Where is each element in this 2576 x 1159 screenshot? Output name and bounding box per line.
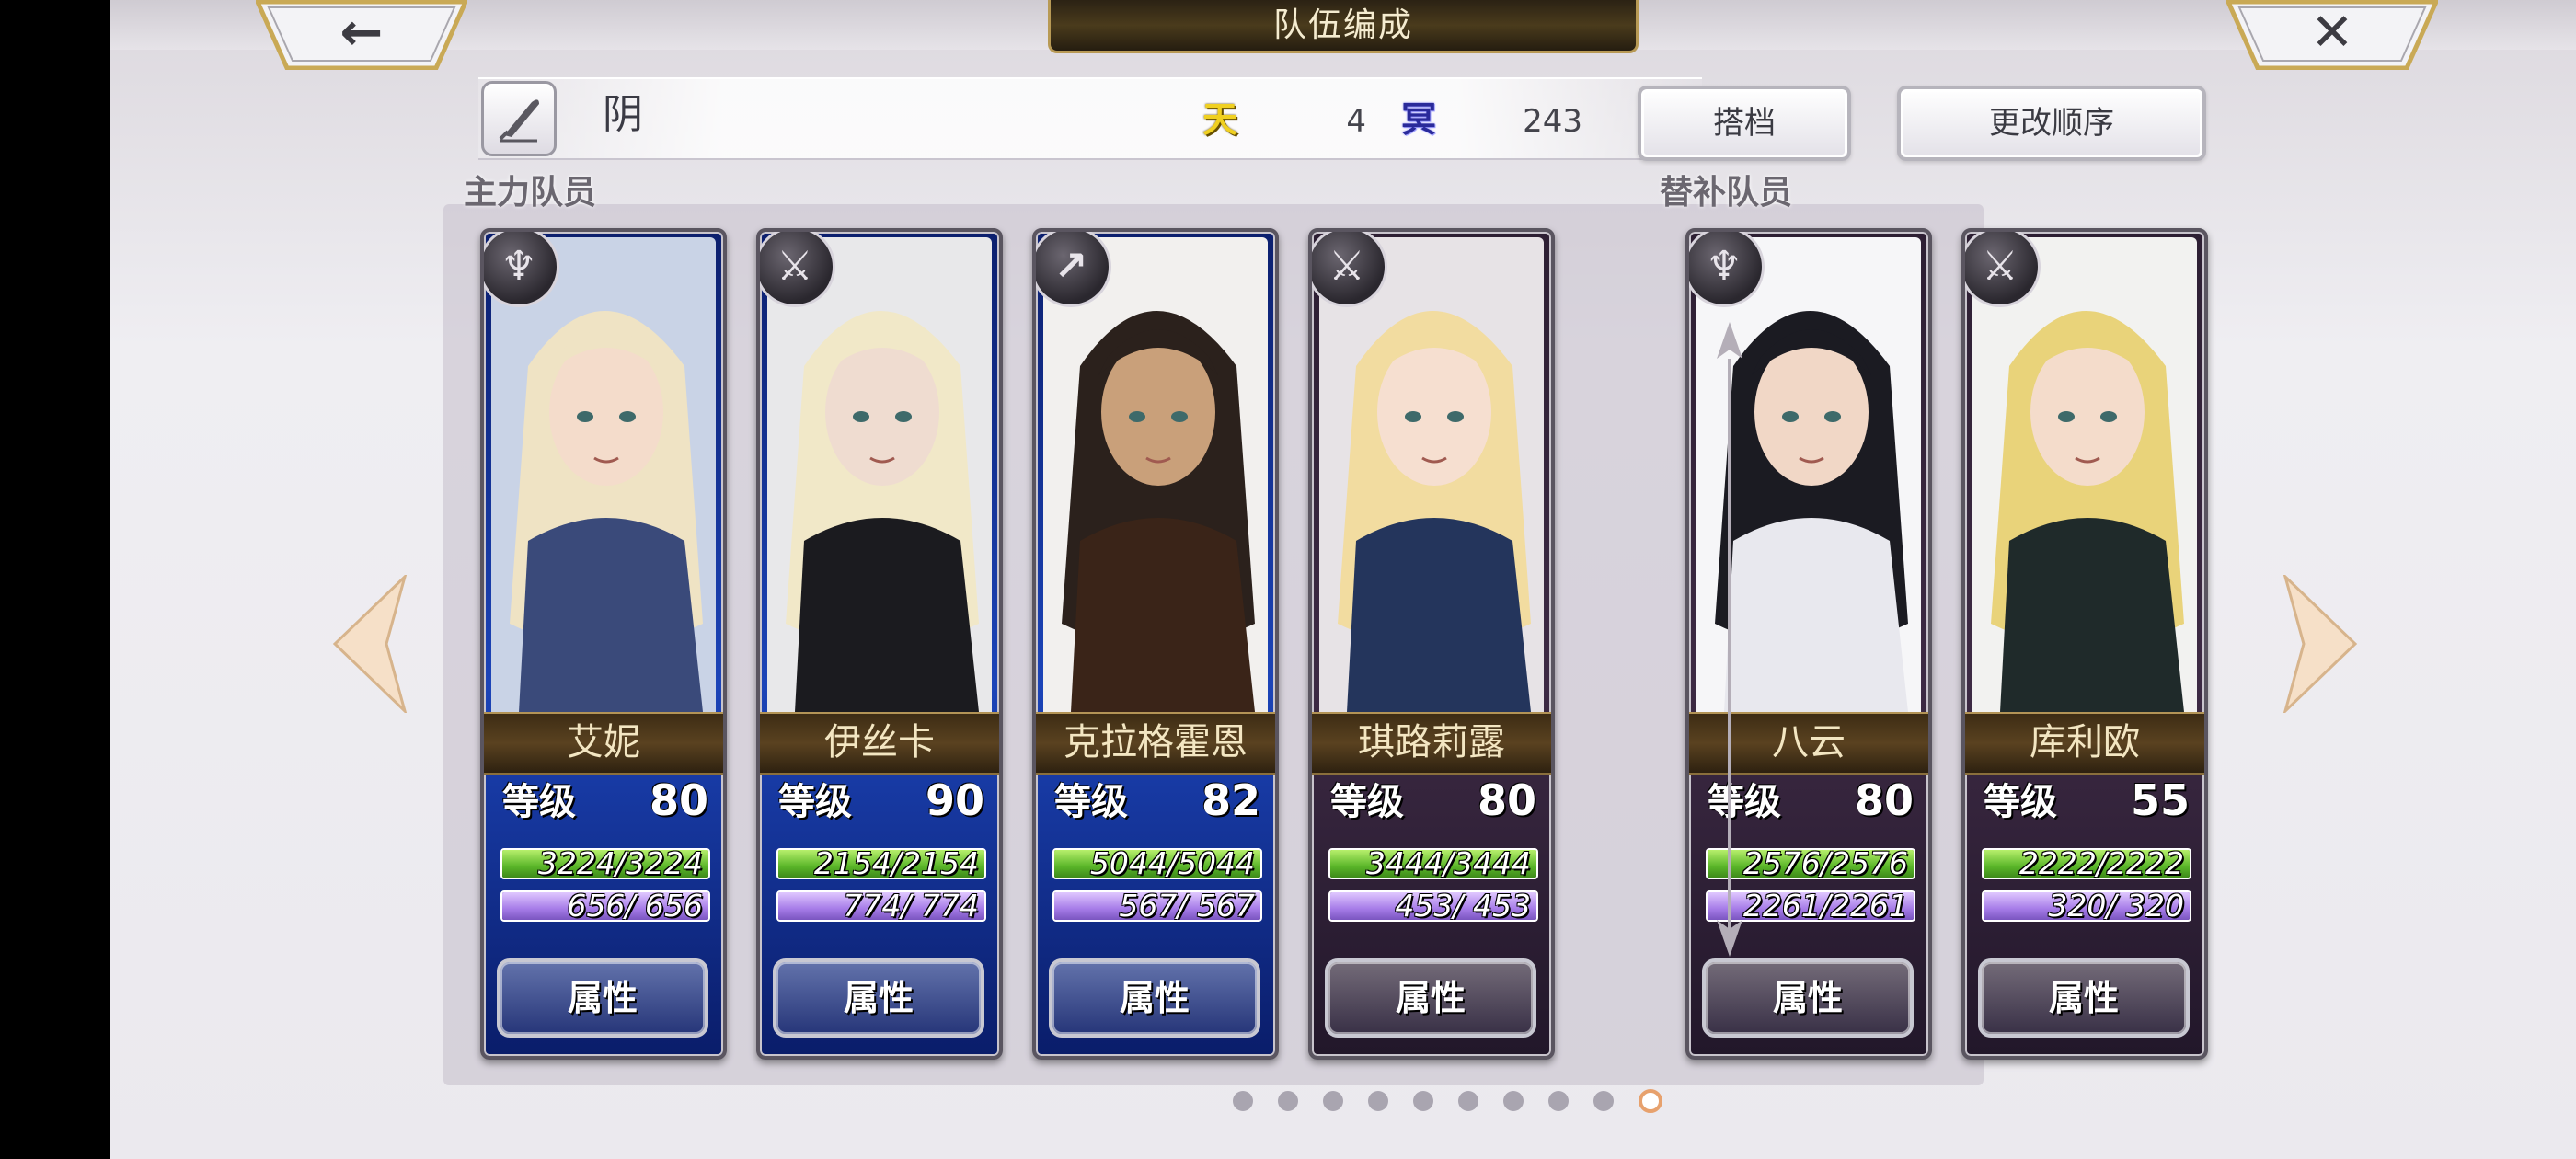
divider-bottom-ornament bbox=[1717, 920, 1742, 957]
level-label: 等级 bbox=[502, 781, 576, 823]
level-value: 82 bbox=[1201, 775, 1260, 825]
mp-value: 320/ 320 bbox=[2038, 890, 2184, 922]
attributes-button[interactable]: 属性 bbox=[1702, 958, 1914, 1038]
level-label: 等级 bbox=[1708, 781, 1781, 823]
sky-element-icon: 天 bbox=[1202, 99, 1237, 140]
attributes-button[interactable]: 属性 bbox=[1325, 958, 1536, 1038]
staff-icon: ♆ bbox=[1689, 232, 1765, 307]
close-button[interactable]: ✕ bbox=[2226, 0, 2438, 70]
dark-element-icon: 冥 bbox=[1400, 99, 1436, 140]
character-name: 库利欧 bbox=[1965, 712, 2204, 775]
character-card[interactable]: ⚔ 伊丝卡 等级 90 2154/2154 774/ 774 属性 bbox=[756, 228, 1003, 1060]
character-portrait-art bbox=[767, 237, 992, 712]
edit-name-button[interactable] bbox=[481, 81, 557, 156]
page-dot[interactable] bbox=[1278, 1091, 1298, 1111]
mp-bar: 453/ 453 bbox=[1328, 890, 1538, 922]
character-portrait-art bbox=[1972, 237, 2197, 712]
character-portrait[interactable] bbox=[1319, 237, 1544, 712]
character-portrait-art bbox=[1043, 237, 1268, 712]
page-dot[interactable] bbox=[1413, 1091, 1433, 1111]
close-icon: ✕ bbox=[2310, 3, 2354, 63]
team-formation-screen: ← 队伍编成 ✕ 阴 天 4 冥 243 搭档 更改顺序 主力队员 替补队员 ♆… bbox=[110, 0, 2576, 1159]
quill-pen-icon bbox=[499, 99, 539, 143]
character-card[interactable]: ↗ 克拉格霍恩 等级 82 5044/5044 567/ 567 属性 bbox=[1032, 228, 1279, 1060]
attributes-button[interactable]: 属性 bbox=[1978, 958, 2190, 1038]
hp-bar: 2154/2154 bbox=[776, 848, 986, 879]
attributes-button[interactable]: 属性 bbox=[1049, 958, 1260, 1038]
page-dot[interactable] bbox=[1458, 1091, 1478, 1111]
character-portrait-art bbox=[491, 237, 716, 712]
reserve-members-label: 替补队员 bbox=[1660, 174, 1793, 212]
sky-element-count: 4 bbox=[1346, 103, 1366, 140]
level-value: 80 bbox=[1854, 775, 1914, 825]
attributes-button[interactable]: 属性 bbox=[497, 958, 708, 1038]
character-name: 艾妮 bbox=[484, 712, 723, 775]
page-dot[interactable] bbox=[1323, 1091, 1343, 1111]
change-order-button[interactable]: 更改顺序 bbox=[1897, 86, 2206, 161]
level-label: 等级 bbox=[1984, 781, 2057, 823]
level-value: 55 bbox=[2130, 775, 2190, 825]
character-portrait[interactable] bbox=[491, 237, 716, 712]
character-card[interactable]: ♆ 艾妮 等级 80 3224/3224 656/ 656 属性 bbox=[480, 228, 727, 1060]
attributes-button[interactable]: 属性 bbox=[773, 958, 984, 1038]
hp-bar: 5044/5044 bbox=[1052, 848, 1262, 879]
mp-bar: 567/ 567 bbox=[1052, 890, 1262, 922]
partner-button[interactable]: 搭档 bbox=[1638, 86, 1851, 161]
main-members-label: 主力队员 bbox=[464, 174, 597, 212]
back-arrow-icon: ← bbox=[339, 3, 384, 63]
hp-value: 2576/2576 bbox=[1742, 848, 1908, 879]
character-portrait-art bbox=[1319, 237, 1544, 712]
hp-bar: 2222/2222 bbox=[1982, 848, 2191, 879]
mp-value: 656/ 656 bbox=[557, 890, 703, 922]
mp-bar: 656/ 656 bbox=[500, 890, 710, 922]
page-dot[interactable] bbox=[1548, 1091, 1569, 1111]
hp-value: 3444/3444 bbox=[1365, 848, 1531, 879]
hp-bar: 3224/3224 bbox=[500, 848, 710, 879]
mp-value: 774/ 774 bbox=[833, 890, 979, 922]
hp-bar: 3444/3444 bbox=[1328, 848, 1538, 879]
team-name: 阴 bbox=[603, 91, 643, 138]
level-label: 等级 bbox=[778, 781, 852, 823]
mp-value: 453/ 453 bbox=[1385, 890, 1531, 922]
staff-icon: ♆ bbox=[484, 232, 559, 307]
divider-top-ornament bbox=[1717, 322, 1742, 359]
character-card[interactable]: ⚔ 库利欧 等级 55 2222/2222 320/ 320 属性 bbox=[1961, 228, 2208, 1060]
next-team-arrow[interactable] bbox=[2282, 575, 2359, 713]
character-portrait[interactable] bbox=[1043, 237, 1268, 712]
page-dot[interactable] bbox=[1639, 1089, 1662, 1113]
level-value: 80 bbox=[649, 775, 708, 825]
page-title: 队伍编成 bbox=[1048, 0, 1639, 53]
page-dot[interactable] bbox=[1368, 1091, 1388, 1111]
sword-icon: ⚔ bbox=[1965, 232, 2041, 307]
hp-bar: 2576/2576 bbox=[1706, 848, 1915, 879]
page-dot[interactable] bbox=[1233, 1091, 1253, 1111]
hp-value: 3224/3224 bbox=[537, 848, 703, 879]
page-dot[interactable] bbox=[1503, 1091, 1524, 1111]
sword-icon: ⚔ bbox=[760, 232, 835, 307]
hp-value: 2222/2222 bbox=[2018, 848, 2184, 879]
level-label: 等级 bbox=[1054, 781, 1128, 823]
mp-bar: 774/ 774 bbox=[776, 890, 986, 922]
mp-bar: 320/ 320 bbox=[1982, 890, 2191, 922]
level-label: 等级 bbox=[1330, 781, 1404, 823]
spear-icon: ↗ bbox=[1036, 232, 1111, 307]
level-value: 80 bbox=[1477, 775, 1536, 825]
hp-value: 5044/5044 bbox=[1089, 848, 1255, 879]
dark-element-count: 243 bbox=[1523, 103, 1582, 140]
character-name: 克拉格霍恩 bbox=[1036, 712, 1275, 775]
character-portrait[interactable] bbox=[1972, 237, 2197, 712]
character-name: 八云 bbox=[1689, 712, 1928, 775]
back-button[interactable]: ← bbox=[256, 0, 467, 70]
hp-value: 2154/2154 bbox=[813, 848, 979, 879]
character-name: 琪路莉露 bbox=[1312, 712, 1551, 775]
roster-divider bbox=[1728, 359, 1731, 929]
previous-team-arrow[interactable] bbox=[331, 575, 408, 713]
sword-icon: ⚔ bbox=[1312, 232, 1387, 307]
character-card[interactable]: ⚔ 琪路莉露 等级 80 3444/3444 453/ 453 属性 bbox=[1308, 228, 1555, 1060]
mp-value: 567/ 567 bbox=[1109, 890, 1255, 922]
level-value: 90 bbox=[925, 775, 984, 825]
page-dot[interactable] bbox=[1593, 1091, 1614, 1111]
character-portrait[interactable] bbox=[767, 237, 992, 712]
character-name: 伊丝卡 bbox=[760, 712, 999, 775]
